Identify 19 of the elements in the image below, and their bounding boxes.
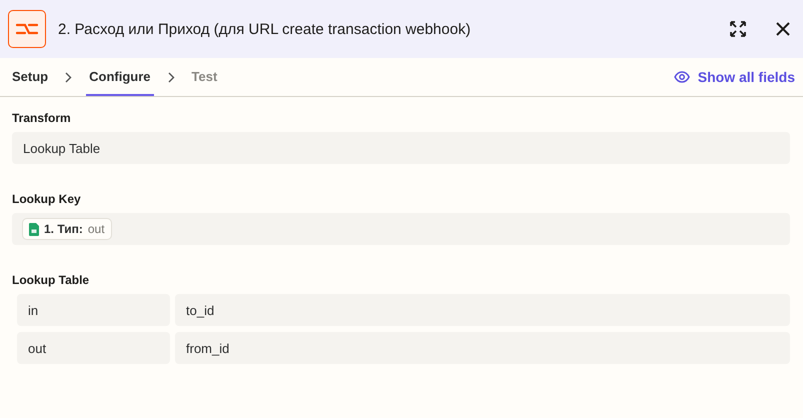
- step-title: 2. Расход или Приход (для URL create transaction webhook): [58, 20, 472, 38]
- step-tab[interactable]: Configure: [86, 58, 154, 96]
- value-field[interactable]: from_id: [175, 332, 790, 364]
- key-field[interactable]: out: [17, 332, 170, 364]
- transform-field[interactable]: Lookup Table: [12, 132, 790, 164]
- spreadsheet-icon: [29, 222, 39, 236]
- key-field[interactable]: in: [17, 294, 170, 326]
- chevron-right-icon: [168, 72, 175, 82]
- chevron-right-icon: [65, 72, 72, 82]
- eye-icon: [674, 71, 690, 83]
- lookup-key-field[interactable]: 1. Тип: out: [12, 213, 790, 245]
- step-tab[interactable]: Setup: [9, 58, 52, 96]
- show-all-fields-link[interactable]: Show all fields: [674, 69, 795, 85]
- field-label: Transform: [12, 111, 72, 125]
- data-pill[interactable]: 1. Тип: out: [22, 218, 112, 240]
- field-label: Lookup Key: [12, 192, 82, 206]
- field-label: Lookup Table: [12, 273, 90, 287]
- value-field[interactable]: to_id: [175, 294, 790, 326]
- app-logo-icon: [8, 10, 46, 48]
